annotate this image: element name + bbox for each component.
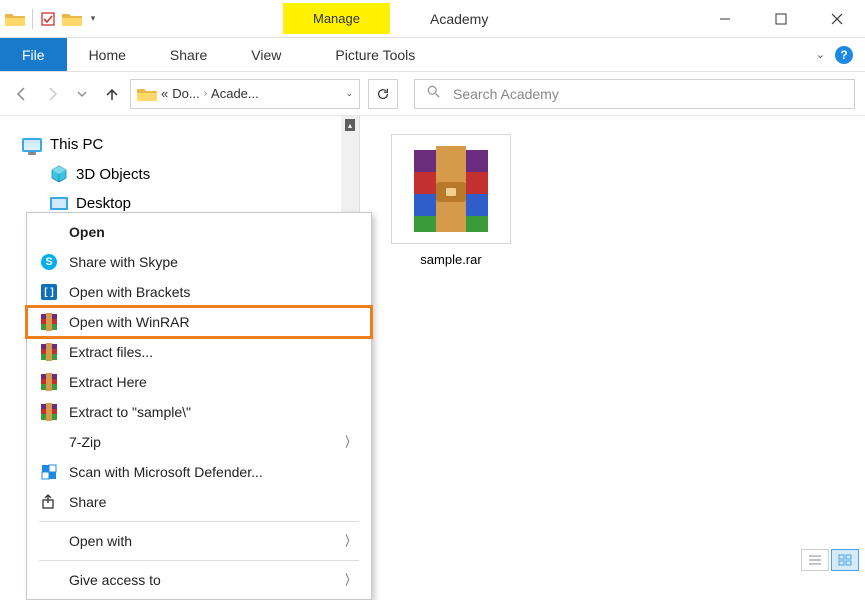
tab-home[interactable]: Home xyxy=(67,38,148,71)
tab-view[interactable]: View xyxy=(229,38,303,71)
search-input[interactable]: Search Academy xyxy=(414,79,855,109)
back-button[interactable] xyxy=(10,82,34,106)
breadcrumb-overflow[interactable]: « xyxy=(161,86,168,101)
tree-this-pc[interactable]: This PC xyxy=(22,130,351,159)
search-placeholder: Search Academy xyxy=(453,86,559,102)
ctx-share-skype[interactable]: S Share with Skype xyxy=(27,247,371,277)
details-view-button[interactable] xyxy=(801,549,829,571)
file-item-sample-rar[interactable]: sample.rar xyxy=(386,134,516,267)
3d-objects-icon xyxy=(50,165,68,183)
title-bar: ▾ Manage Academy xyxy=(0,0,865,38)
breadcrumb-segment[interactable]: Acade... xyxy=(211,86,259,101)
search-icon xyxy=(427,85,441,102)
tree-label: This PC xyxy=(50,136,103,153)
forward-button[interactable] xyxy=(40,82,64,106)
folder-icon[interactable] xyxy=(4,8,26,30)
separator xyxy=(39,560,359,561)
ctx-share[interactable]: Share xyxy=(27,487,371,517)
quick-access-toolbar: ▾ xyxy=(0,8,103,30)
share-icon xyxy=(39,492,59,512)
winrar-icon xyxy=(39,342,59,362)
breadcrumb-segment[interactable]: Do... xyxy=(172,86,199,101)
desktop-icon xyxy=(50,197,68,210)
ctx-7zip[interactable]: 7-Zip 〉 xyxy=(27,427,371,457)
file-tab[interactable]: File xyxy=(0,38,67,71)
up-button[interactable] xyxy=(100,82,124,106)
chevron-right-icon: 〉 xyxy=(345,570,355,590)
ctx-open-winrar[interactable]: Open with WinRAR xyxy=(27,307,371,337)
tree-3d-objects[interactable]: 3D Objects xyxy=(22,159,351,189)
skype-icon: S xyxy=(41,254,57,270)
new-folder-icon[interactable] xyxy=(61,8,83,30)
window-controls xyxy=(697,0,865,38)
ctx-open[interactable]: Open xyxy=(27,217,371,247)
refresh-button[interactable] xyxy=(368,79,398,109)
chevron-right-icon: 〉 xyxy=(345,432,355,452)
chevron-right-icon: 〉 xyxy=(345,531,355,551)
context-menu: Open S Share with Skype [ ] Open with Br… xyxy=(26,212,372,600)
maximize-button[interactable] xyxy=(753,0,809,38)
contextual-tab-label[interactable]: Manage xyxy=(283,3,390,34)
ctx-open-brackets[interactable]: [ ] Open with Brackets xyxy=(27,277,371,307)
ribbon-collapse-icon[interactable]: ⌄ xyxy=(816,48,825,61)
rar-archive-icon xyxy=(391,134,511,244)
tab-share[interactable]: Share xyxy=(148,38,229,71)
thumbnails-view-button[interactable] xyxy=(831,549,859,571)
winrar-icon xyxy=(39,372,59,392)
ctx-extract-to[interactable]: Extract to "sample\" xyxy=(27,397,371,427)
tab-picture-tools[interactable]: Picture Tools xyxy=(313,38,437,71)
content-pane[interactable]: sample.rar xyxy=(360,116,865,577)
ctx-extract-files[interactable]: Extract files... xyxy=(27,337,371,367)
scrollbar-up-icon[interactable]: ▴ xyxy=(345,119,355,131)
help-icon[interactable]: ? xyxy=(835,46,853,64)
chevron-right-icon[interactable]: › xyxy=(204,88,207,99)
this-pc-icon xyxy=(22,138,42,152)
recent-locations-dropdown[interactable] xyxy=(70,82,94,106)
close-button[interactable] xyxy=(809,0,865,38)
breadcrumb-dropdown-icon[interactable]: ⌄ xyxy=(345,88,353,99)
ctx-give-access[interactable]: Give access to 〉 xyxy=(27,565,371,595)
brackets-icon: [ ] xyxy=(41,284,57,300)
winrar-icon xyxy=(39,402,59,422)
qat-dropdown-icon[interactable]: ▾ xyxy=(87,13,99,24)
ctx-extract-here[interactable]: Extract Here xyxy=(27,367,371,397)
file-name-label: sample.rar xyxy=(386,252,516,267)
minimize-button[interactable] xyxy=(697,0,753,38)
folder-icon xyxy=(137,84,157,104)
defender-icon xyxy=(39,462,59,482)
ribbon-tabs: File Home Share View Picture Tools ⌄ ? xyxy=(0,38,865,72)
window-title: Academy xyxy=(430,11,488,27)
tree-label: 3D Objects xyxy=(76,166,150,183)
tree-label: Desktop xyxy=(76,195,131,212)
properties-checkmark-icon[interactable] xyxy=(39,10,57,28)
separator xyxy=(32,9,33,29)
ctx-open-with[interactable]: Open with 〉 xyxy=(27,526,371,556)
separator xyxy=(39,521,359,522)
navigation-bar: « Do... › Acade... ⌄ Search Academy xyxy=(0,72,865,116)
view-mode-buttons xyxy=(801,549,859,571)
breadcrumb[interactable]: « Do... › Acade... ⌄ xyxy=(130,79,360,109)
winrar-icon xyxy=(39,312,59,332)
ctx-defender-scan[interactable]: Scan with Microsoft Defender... xyxy=(27,457,371,487)
